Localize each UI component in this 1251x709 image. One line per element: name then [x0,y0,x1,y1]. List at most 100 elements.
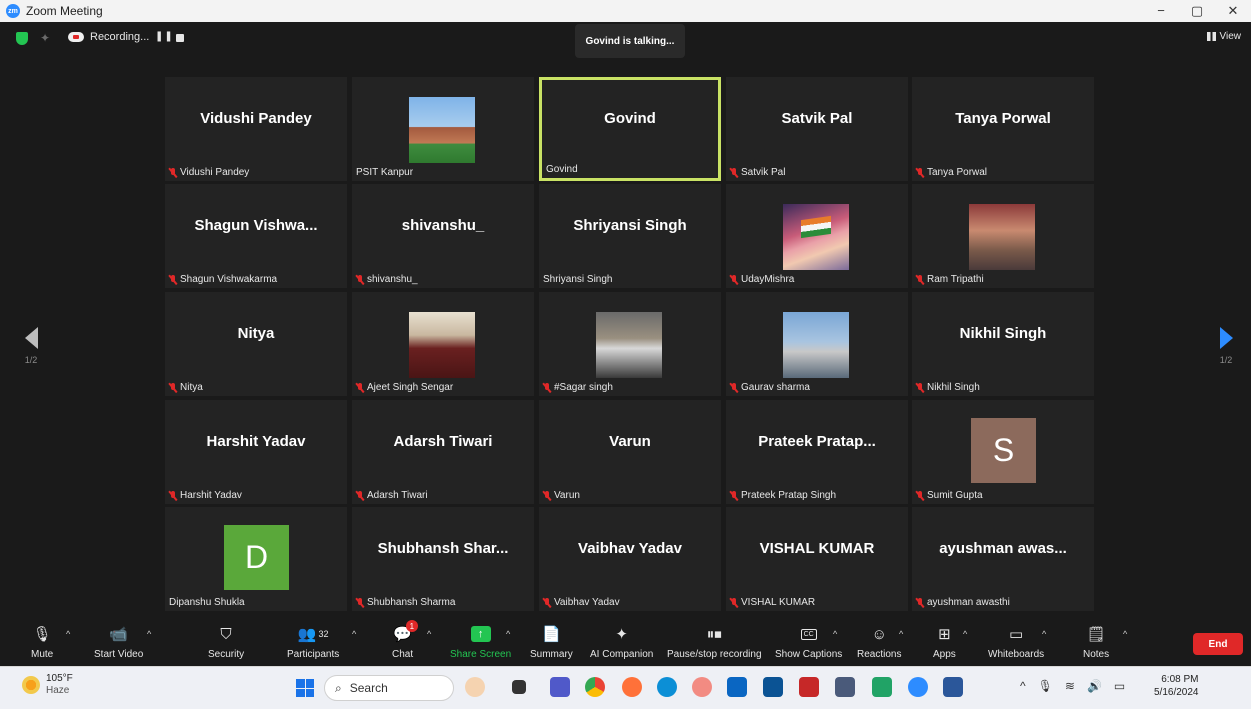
participant-tile[interactable]: Shubhansh Shar... Shubhansh Sharma [352,507,534,611]
participant-name: Tanya Porwal [927,167,988,178]
chrome-icon[interactable] [585,677,605,697]
participant-tile[interactable]: Ram Tripathi [912,184,1094,288]
apps-options-caret[interactable]: ^ [963,629,967,639]
mute-button[interactable]: 🎙 Mute [31,623,53,660]
participant-tile[interactable]: Harshit Yadav Harshit Yadav [165,400,347,504]
audio-options-caret[interactable]: ^ [66,629,70,639]
participant-tile[interactable]: Nikhil Singh Nikhil Singh [912,292,1094,396]
participant-name: Harshit Yadav [180,490,242,501]
captions-options-caret[interactable]: ^ [833,629,837,639]
whiteboards-label: Whiteboards [988,649,1045,660]
participant-tile[interactable]: Satvik Pal Satvik Pal [726,77,908,181]
zoom-taskbar-icon[interactable] [908,677,928,697]
notes-button[interactable]: 🗒 Notes [1083,623,1109,660]
reactions-options-caret[interactable]: ^ [899,629,903,639]
calculator-icon[interactable] [835,677,855,697]
participant-tile[interactable]: Gaurav sharma [726,292,908,396]
battery-icon[interactable]: ▭ [1114,679,1125,693]
muted-mic-icon [543,490,551,501]
browser-icon[interactable] [692,677,712,697]
video-options-caret[interactable]: ^ [147,629,151,639]
firefox-icon[interactable] [622,677,642,697]
participant-tile[interactable]: S Sumit Gupta [912,400,1094,504]
taskbar-clock[interactable]: 6:08 PM 5/16/2024 [1154,673,1199,699]
encryption-shield-icon[interactable] [16,32,28,45]
task-view-icon[interactable] [512,680,526,694]
participant-display-name: Harshit Yadav [206,432,306,450]
minimize-button[interactable]: − [1143,3,1179,19]
participant-tile[interactable]: UdayMishra [726,184,908,288]
security-button[interactable]: ⛉ Security [208,623,244,661]
participant-tile[interactable]: Prateek Pratap... Prateek Pratap Singh [726,400,908,504]
share-options-caret[interactable]: ^ [506,629,510,639]
ai-companion-label: AI Companion [590,649,654,660]
reactions-button[interactable]: ☺ Reactions [857,623,902,661]
participant-photo [783,204,849,270]
participant-tile[interactable]: shivanshu_ shivanshu_ [352,184,534,288]
next-page-button[interactable]: 1/2 [1211,327,1241,365]
tray-chevron-icon[interactable]: ^ [1020,679,1026,693]
taskbar-search[interactable]: ⌕ Search [324,675,454,701]
participant-tile[interactable]: Varun Varun [539,400,721,504]
participant-tile[interactable]: D Dipanshu Shukla [165,507,347,611]
view-button[interactable]: View [1206,31,1242,42]
start-button[interactable] [296,679,314,697]
news-app-icon[interactable] [465,677,485,697]
whiteboards-button[interactable]: ▭ Whiteboards [988,623,1044,660]
participant-tile[interactable]: PSIT Kanpur [352,77,534,181]
weather-widget[interactable]: 105°F Haze [22,673,73,697]
maximize-button[interactable]: ▢ [1179,3,1215,19]
windows-taskbar: 105°F Haze ⌕ Search ^ 🎙 ≋ 🔊 ▭ 6:08 PM 5/… [0,666,1251,709]
participant-tile[interactable]: Ajeet Singh Sengar [352,292,534,396]
summary-button[interactable]: 📄 Summary [530,623,573,660]
participant-tile[interactable]: Vaibhav Yadav Vaibhav Yadav [539,507,721,611]
participant-tile[interactable]: #Sagar singh [539,292,721,396]
end-meeting-button[interactable]: End [1193,633,1243,655]
participant-tile[interactable]: Nitya Nitya [165,292,347,396]
excel-icon[interactable] [872,677,892,697]
reactions-label: Reactions [857,649,902,660]
participant-tile[interactable]: VISHAL KUMAR VISHAL KUMAR [726,507,908,611]
chat-button[interactable]: 💬 1 Chat [392,620,418,660]
chat-options-caret[interactable]: ^ [427,629,431,639]
word-icon[interactable] [943,677,963,697]
start-video-button[interactable]: 📹 Start Video [94,623,143,660]
mail-icon[interactable] [763,677,783,697]
apps-button[interactable]: ⊞ Apps [933,623,956,660]
participant-tile[interactable]: Tanya Porwal Tanya Porwal [912,77,1094,181]
volume-icon[interactable]: 🔊 [1087,679,1102,693]
stop-recording-icon[interactable] [176,34,184,42]
teams-icon[interactable] [550,677,570,697]
system-tray[interactable]: ^ 🎙 ≋ 🔊 ▭ [1020,679,1125,693]
participant-photo [596,312,662,378]
notes-options-caret[interactable]: ^ [1123,629,1127,639]
edge-icon[interactable] [657,677,677,697]
app-red-icon[interactable] [799,677,819,697]
participant-tile[interactable]: Vidushi Pandey Vidushi Pandey [165,77,347,181]
share-screen-button[interactable]: ↑ Share Screen [450,623,511,660]
close-button[interactable]: ✕ [1215,3,1251,19]
participant-tile[interactable]: Govind Govind [539,77,721,181]
meeting-info-icon[interactable]: ✦ [40,31,50,45]
participant-name: Shubhansh Sharma [367,597,456,608]
app-icon[interactable] [727,677,747,697]
participant-name: Sumit Gupta [927,490,983,501]
wifi-icon[interactable]: ≋ [1065,679,1075,693]
pause-stop-recording-button[interactable]: ⏸⏹ Pause/stop recording [667,623,762,661]
view-label: View [1219,31,1242,42]
window-title: Zoom Meeting [26,4,103,18]
chat-label: Chat [392,649,414,660]
participant-tile[interactable]: Shagun Vishwa... Shagun Vishwakarma [165,184,347,288]
muted-mic-icon [169,382,177,393]
microphone-tray-icon[interactable]: 🎙 [1038,679,1053,693]
whiteboards-options-caret[interactable]: ^ [1042,629,1046,639]
participants-options-caret[interactable]: ^ [352,629,356,639]
pause-recording-icon[interactable]: ❚❚ [155,31,174,42]
participant-tile[interactable]: Shriyansi Singh Shriyansi Singh [539,184,721,288]
previous-page-button[interactable]: 1/2 [16,327,46,365]
ai-companion-button[interactable]: ✦ AI Companion [590,623,653,660]
participant-tile[interactable]: ayushman awas... ayushman awasthi [912,507,1094,611]
participants-button[interactable]: 👥 32 Participants [287,623,339,660]
participant-tile[interactable]: Adarsh Tiwari Adarsh Tiwari [352,400,534,504]
whiteboard-icon: ▭ [1008,626,1024,643]
